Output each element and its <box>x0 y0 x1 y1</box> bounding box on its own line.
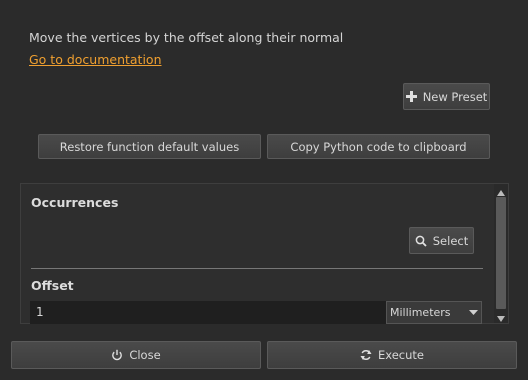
execute-button[interactable]: Execute <box>267 341 517 369</box>
power-icon <box>111 349 123 361</box>
select-occurrences-button[interactable]: Select <box>409 227 474 254</box>
restore-defaults-button[interactable]: Restore function default values <box>38 134 261 159</box>
occurrences-title: Occurrences <box>31 195 119 210</box>
section-divider <box>31 268 483 269</box>
plus-icon <box>405 91 417 102</box>
offset-title: Offset <box>31 278 74 293</box>
chevron-down-icon <box>469 306 478 319</box>
scroll-down-arrow-icon[interactable] <box>496 312 506 326</box>
search-icon <box>415 235 427 247</box>
vertical-scrollbar[interactable] <box>494 184 508 323</box>
parameters-panel: Occurrences Select Offset 1 Millimeters <box>20 183 509 324</box>
scrollbar-thumb[interactable] <box>496 197 506 309</box>
close-label: Close <box>129 348 161 362</box>
copy-python-label: Copy Python code to clipboard <box>290 139 467 154</box>
documentation-link[interactable]: Go to documentation <box>29 52 162 67</box>
select-label: Select <box>432 233 469 248</box>
function-description: Move the vertices by the offset along th… <box>29 30 344 45</box>
new-preset-button[interactable]: New Preset <box>403 83 490 110</box>
copy-python-button[interactable]: Copy Python code to clipboard <box>267 134 490 159</box>
unit-dropdown[interactable]: Millimeters <box>386 301 482 324</box>
refresh-icon <box>360 349 372 361</box>
new-preset-label: New Preset <box>422 89 488 104</box>
execute-label: Execute <box>378 348 424 362</box>
offset-input[interactable]: 1 <box>30 301 386 324</box>
unit-dropdown-value: Millimeters <box>390 306 451 319</box>
close-button[interactable]: Close <box>11 341 261 369</box>
restore-defaults-label: Restore function default values <box>59 139 240 154</box>
